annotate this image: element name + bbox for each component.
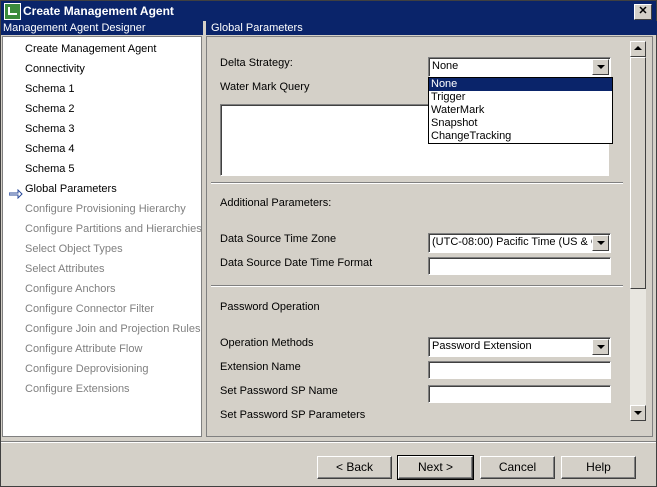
- set-password-sp-name-label: Set Password SP Name: [220, 385, 338, 397]
- chevron-down-icon[interactable]: [592, 59, 609, 75]
- nav-item[interactable]: Configure Deprovisioning: [25, 361, 149, 377]
- delta-strategy-option[interactable]: ChangeTracking: [429, 130, 612, 143]
- password-operation-label: Password Operation: [220, 301, 320, 313]
- nav-item[interactable]: Global Parameters: [25, 181, 117, 197]
- nav-item[interactable]: Configure Anchors: [25, 281, 116, 297]
- title-bar: Create Management Agent ✕: [1, 1, 656, 21]
- nav-item[interactable]: Create Management Agent: [25, 41, 156, 57]
- operation-methods-value: Password Extension: [432, 340, 532, 352]
- time-zone-value: (UTC-08:00) Pacific Time (US & Canada): [432, 236, 592, 248]
- delta-strategy-option[interactable]: WaterMark: [429, 104, 612, 117]
- time-zone-select[interactable]: (UTC-08:00) Pacific Time (US & Canada): [428, 233, 611, 253]
- set-password-sp-name-input[interactable]: [428, 385, 611, 403]
- water-mark-query-label: Water Mark Query: [220, 81, 310, 93]
- nav-item[interactable]: Configure Provisioning Hierarchy: [25, 201, 186, 217]
- scroll-down-button[interactable]: [630, 405, 646, 421]
- scrollbar-thumb[interactable]: [630, 57, 646, 289]
- nav-item[interactable]: Configure Join and Projection Rules: [25, 321, 201, 337]
- nav-item[interactable]: Select Attributes: [25, 261, 105, 277]
- delta-strategy-option[interactable]: None: [429, 78, 612, 91]
- additional-parameters-label: Additional Parameters:: [220, 197, 332, 209]
- arrow-right-icon: [9, 189, 23, 199]
- operation-methods-select[interactable]: Password Extension: [428, 337, 611, 357]
- designer-nav-list: Create Management Agent Connectivity Schem…: [2, 36, 202, 437]
- extension-name-label: Extension Name: [220, 361, 301, 373]
- window-title: Create Management Agent: [23, 4, 174, 18]
- delta-strategy-option[interactable]: Snapshot: [429, 117, 612, 130]
- nav-item[interactable]: Connectivity: [25, 61, 85, 77]
- delta-strategy-value: None: [432, 60, 459, 72]
- nav-item[interactable]: Schema 2: [25, 101, 75, 117]
- date-format-label: Data Source Date Time Format: [220, 257, 373, 269]
- create-management-agent-window: Create Management Agent ✕ Management Age…: [0, 0, 657, 487]
- cancel-button[interactable]: Cancel: [480, 456, 555, 479]
- left-panel-header: Management Agent Designer: [1, 21, 203, 35]
- nav-item[interactable]: Schema 1: [25, 81, 75, 97]
- operation-methods-label: Operation Methods: [220, 337, 314, 349]
- nav-item[interactable]: Select Object Types: [25, 241, 123, 257]
- delta-strategy-label: Delta Strategy:: [220, 57, 293, 69]
- time-zone-label: Data Source Time Zone: [220, 233, 337, 245]
- extension-name-input[interactable]: [428, 361, 611, 379]
- back-button[interactable]: < Back: [317, 456, 392, 479]
- nav-item[interactable]: Schema 5: [25, 161, 75, 177]
- delta-strategy-select[interactable]: None: [428, 57, 611, 77]
- set-password-sp-parameters-label: Set Password SP Parameters: [220, 409, 366, 421]
- nav-item[interactable]: Configure Partitions and Hierarchies: [25, 221, 202, 237]
- content-scrollbar[interactable]: [630, 41, 646, 421]
- section-divider: [211, 182, 623, 184]
- section-divider: [211, 285, 623, 287]
- help-button[interactable]: Help: [561, 456, 636, 479]
- right-panel-header: Global Parameters: [206, 21, 657, 35]
- chevron-down-icon[interactable]: [592, 339, 609, 355]
- nav-item[interactable]: Configure Attribute Flow: [25, 341, 142, 357]
- nav-item[interactable]: Configure Connector Filter: [25, 301, 154, 317]
- close-button[interactable]: ✕: [634, 4, 652, 20]
- nav-item[interactable]: Configure Extensions: [25, 381, 130, 397]
- chevron-down-icon[interactable]: [592, 235, 609, 251]
- nav-item[interactable]: Schema 3: [25, 121, 75, 137]
- date-format-input[interactable]: [428, 257, 611, 275]
- next-button[interactable]: Next >: [397, 455, 474, 480]
- button-bar-divider: [1, 441, 656, 443]
- nav-item[interactable]: Schema 4: [25, 141, 75, 157]
- app-icon: [4, 3, 21, 20]
- delta-strategy-option[interactable]: Trigger: [429, 91, 612, 104]
- delta-strategy-dropdown-list: None Trigger WaterMark Snapshot ChangeTracki…: [428, 77, 613, 144]
- scroll-up-button[interactable]: [630, 41, 646, 57]
